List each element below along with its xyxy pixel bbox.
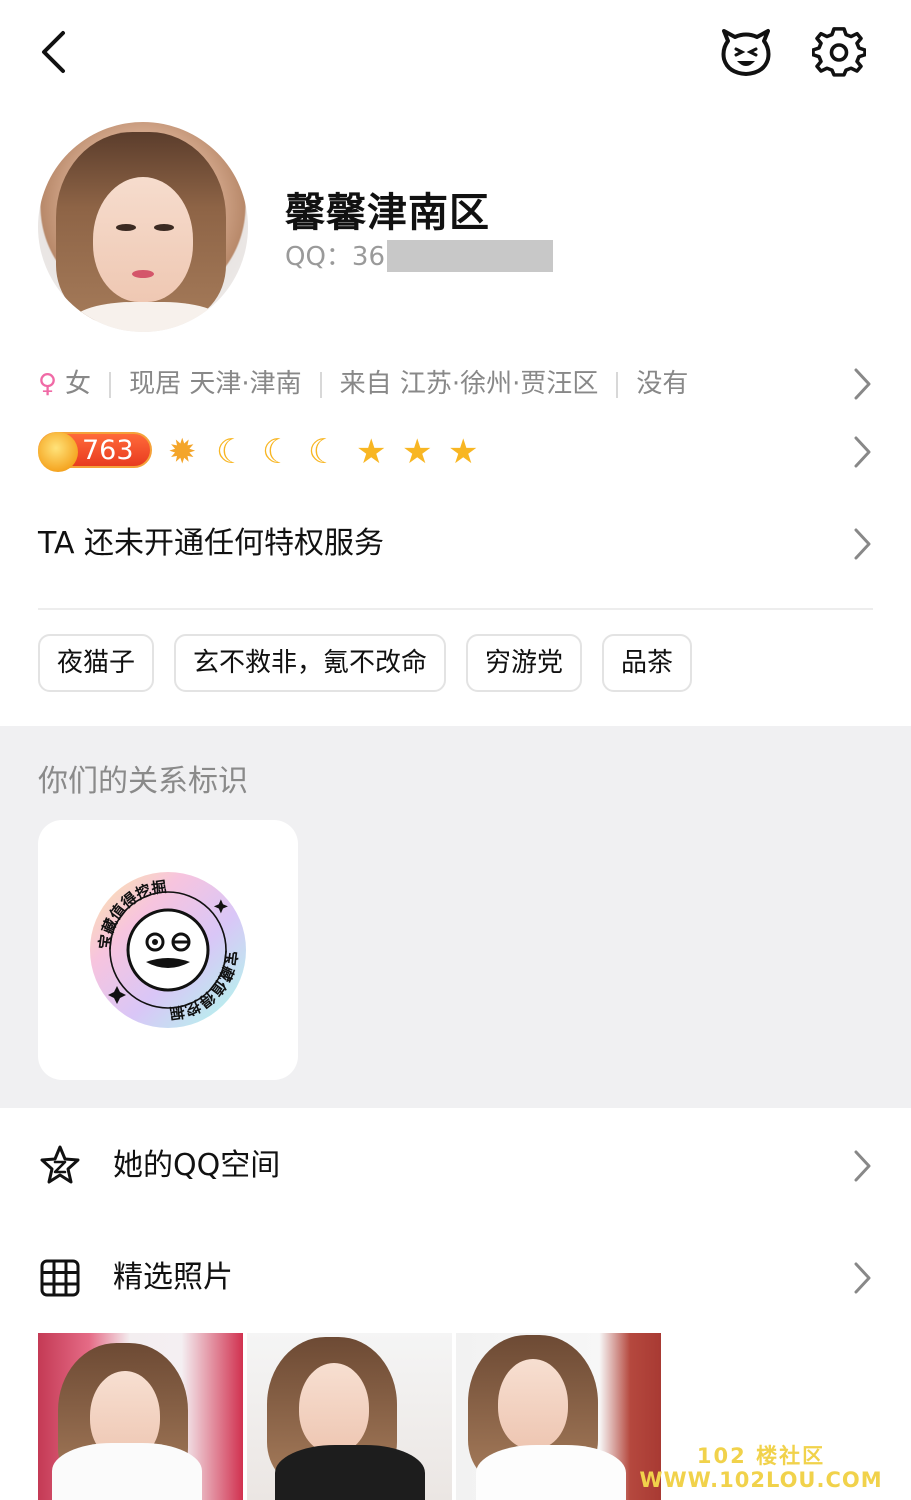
level-badge: 763 <box>38 432 152 472</box>
avatar-eye <box>154 224 174 231</box>
avatar-eye <box>116 224 136 231</box>
settings-button[interactable] <box>811 27 867 79</box>
sun-icon: ✹ <box>168 432 197 472</box>
grid-icon <box>40 1259 80 1297</box>
qq-label: QQ：36 <box>285 242 386 272</box>
tag-list: 夜猫子 玄不救非，氪不改命 穷游党 品茶 <box>38 634 693 692</box>
separator <box>109 371 112 398</box>
photos-label: 精选照片 <box>113 1260 233 1295</box>
star-icon: ★ <box>402 432 433 472</box>
chevron-left-icon <box>42 31 65 73</box>
privilege-row[interactable]: TA 还未开通任何特权服务 <box>38 520 873 568</box>
avatar[interactable] <box>38 122 248 332</box>
gear-icon <box>811 27 867 77</box>
relation-section: 你们的关系标识 宝藏值得挖掘 宝藏值得挖掘 <box>0 726 911 1108</box>
level-row[interactable]: 763 ✹ ☾ ☾ ☾ ★ ★ ★ <box>38 430 873 474</box>
treasure-badge-icon: 宝藏值得挖掘 宝藏值得挖掘 <box>90 872 246 1028</box>
photo-strip <box>38 1333 663 1500</box>
current-location: 现居 天津·津南 <box>129 369 302 399</box>
moon-icon: ☾ <box>308 432 339 472</box>
chevron-right-icon <box>854 436 871 468</box>
hometown: 来自 江苏·徐州·贾汪区 <box>339 369 599 399</box>
relation-title: 你们的关系标识 <box>38 764 248 799</box>
moon-icon: ☾ <box>216 432 247 472</box>
qq-number[interactable]: QQ：36 <box>285 240 554 274</box>
qq-number-mask <box>387 240 554 272</box>
qzone-label: 她的QQ空间 <box>113 1148 281 1183</box>
profile-info-row[interactable]: ♀ 女 现居 天津·津南 来自 江苏·徐州·贾汪区 没有 <box>38 362 873 406</box>
info-extra: 没有 <box>636 369 689 399</box>
avatar-lips <box>132 270 154 278</box>
chevron-right-icon <box>854 1150 871 1182</box>
chevron-right-icon <box>854 1262 871 1294</box>
level-number: 763 <box>82 435 134 466</box>
photo-body <box>476 1445 626 1500</box>
nickname: 馨馨津南区 <box>285 190 490 236</box>
chevron-right-icon <box>854 368 871 400</box>
privilege-text: TA 还未开通任何特权服务 <box>38 526 385 561</box>
chevron-right-icon <box>854 528 871 560</box>
level-coin-icon <box>38 432 78 472</box>
relation-badge-card[interactable]: 宝藏值得挖掘 宝藏值得挖掘 <box>38 820 298 1080</box>
star-icon: ★ <box>448 432 479 472</box>
separator <box>319 371 322 398</box>
photos-row[interactable]: 精选照片 <box>38 1248 873 1308</box>
photo-thumbnail[interactable] <box>38 1333 243 1500</box>
back-button[interactable] <box>30 25 80 79</box>
pet-button[interactable] <box>718 27 774 79</box>
moon-icon: ☾ <box>262 432 293 472</box>
photo-face <box>498 1359 568 1449</box>
watermark-line1: 102 楼社区 <box>696 1444 826 1468</box>
tag[interactable]: 品茶 <box>602 634 693 692</box>
avatar-shirt <box>68 302 228 332</box>
top-bar <box>0 0 911 105</box>
star-icon: ★ <box>356 432 387 472</box>
separator <box>616 371 619 398</box>
photo-body <box>52 1443 202 1500</box>
divider <box>38 608 873 610</box>
tag[interactable]: 玄不救非，氪不改命 <box>174 634 447 692</box>
female-icon: ♀ <box>38 369 58 399</box>
photo-thumbnail[interactable] <box>247 1333 452 1500</box>
qzone-star-icon <box>40 1145 80 1184</box>
qzone-row[interactable]: 她的QQ空间 <box>38 1136 873 1196</box>
watermark: 102 楼社区 WWW.102LOU.COM <box>626 1446 896 1491</box>
watermark-line2: WWW.102LOU.COM <box>639 1468 883 1492</box>
photo-face <box>299 1363 369 1453</box>
tag[interactable]: 穷游党 <box>466 634 583 692</box>
pet-face-icon <box>721 29 771 76</box>
gender-text: 女 <box>65 369 92 399</box>
tag[interactable]: 夜猫子 <box>38 634 155 692</box>
avatar-face <box>93 177 193 302</box>
photo-body <box>275 1445 425 1500</box>
